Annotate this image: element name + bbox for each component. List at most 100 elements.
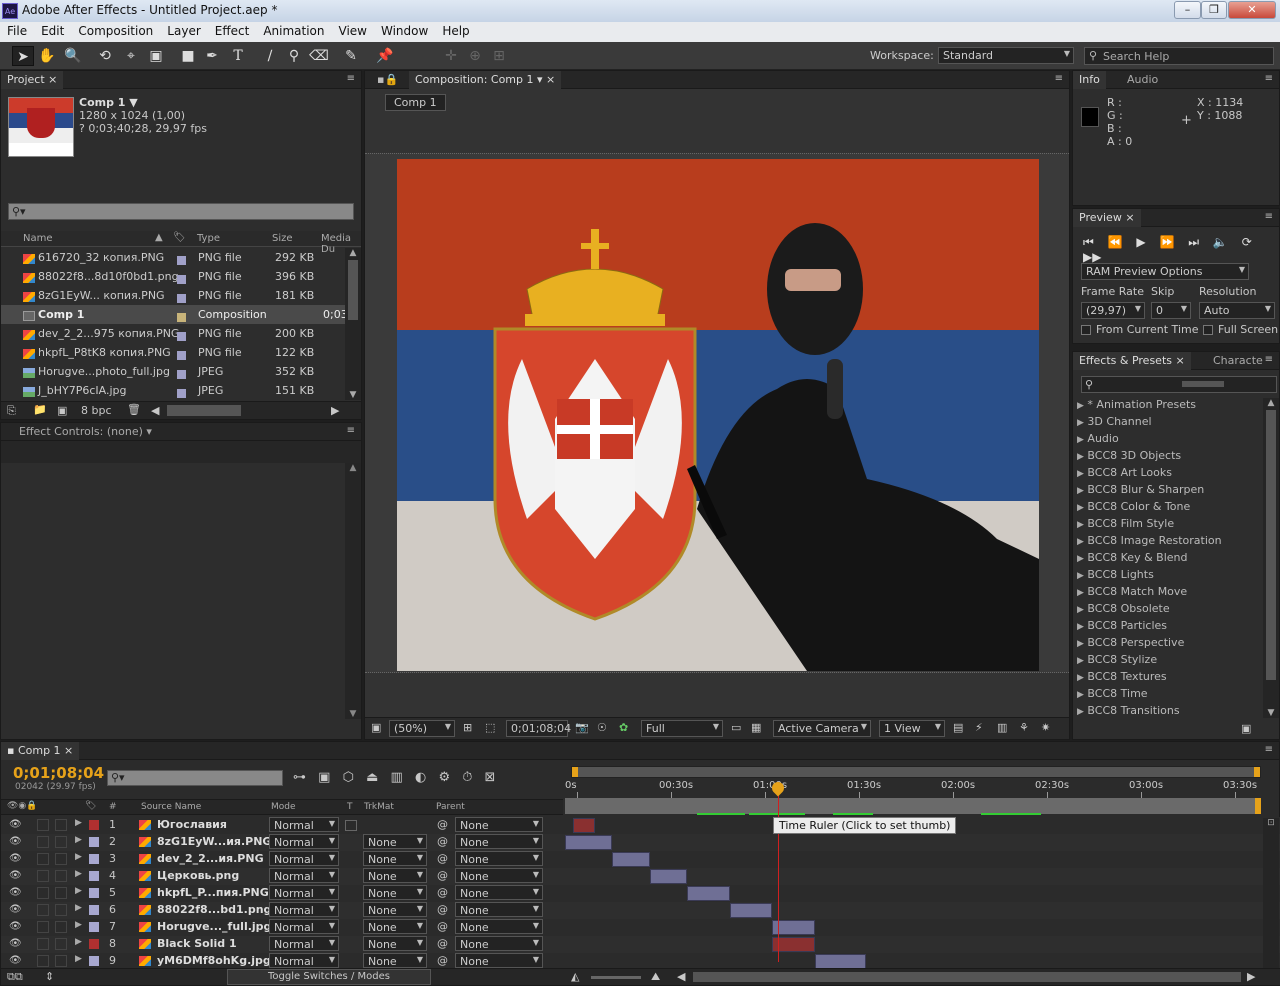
skip-dropdown[interactable]: 0 [1151, 302, 1191, 319]
expand-arrow-icon[interactable]: ▶ [1077, 690, 1084, 700]
visibility-eye-icon[interactable]: 👁 [9, 938, 22, 949]
effect-controls-scrollbar[interactable]: ▲ ▼ [345, 463, 361, 719]
horizontal-scroll-thumb[interactable] [167, 405, 241, 416]
effect-category[interactable]: ▶ BCC8 3D Objects [1077, 449, 1257, 466]
col-t[interactable]: T [347, 802, 353, 812]
expand-arrow-icon[interactable]: ▶ [1077, 571, 1084, 581]
parent-dropdown[interactable]: None [455, 885, 543, 900]
solo-switch[interactable] [37, 870, 49, 882]
layer-expand-arrow-icon[interactable]: ▶ [75, 835, 82, 845]
label-color[interactable] [177, 256, 186, 265]
parent-dropdown[interactable]: None [455, 817, 543, 832]
always-preview-icon[interactable]: ▣ [371, 721, 381, 734]
label-tag-icon[interactable]: 🏷 [173, 232, 186, 243]
region-of-interest-icon[interactable]: ▭ [731, 721, 741, 734]
maximize-button[interactable]: ❐ [1201, 1, 1227, 19]
pick-whip-icon[interactable]: @ [437, 937, 448, 950]
tab-composition[interactable]: Composition: Comp 1 ▾ × [409, 71, 562, 89]
parent-dropdown[interactable]: None [455, 834, 543, 849]
visibility-eye-icon[interactable]: 👁 [9, 887, 22, 898]
layer-duration-bar[interactable] [687, 886, 731, 901]
search-help-field[interactable]: ⚲ Search Help [1084, 47, 1274, 65]
project-item[interactable]: Horugve...photo_full.jpg JPEG 352 KB [1, 362, 345, 381]
trkmat-dropdown[interactable]: None [363, 885, 427, 900]
menu-view[interactable]: View [332, 22, 374, 38]
frame-blending-icon[interactable]: ▥ [391, 770, 403, 785]
visibility-eye-icon[interactable]: 👁 [9, 870, 22, 881]
effect-category[interactable]: ▶ BCC8 Lights [1077, 568, 1257, 585]
prev-frame-icon[interactable]: ⏪ [1108, 235, 1123, 249]
menu-help[interactable]: Help [435, 22, 476, 38]
blend-mode-dropdown[interactable]: Normal [269, 919, 339, 934]
new-folder-icon[interactable]: 📁 [33, 403, 47, 416]
expand-arrow-icon[interactable]: ▶ [1077, 588, 1084, 598]
live-update-icon[interactable]: ▣ [318, 770, 330, 785]
effect-category[interactable]: ▶ BCC8 Image Restoration [1077, 534, 1257, 551]
effect-category[interactable]: ▶ BCC8 Stylize [1077, 653, 1257, 670]
resolution-dropdown[interactable]: Full [641, 720, 723, 737]
tab-audio[interactable]: Audio [1121, 71, 1164, 89]
col-trkmat[interactable]: TrkMat [364, 802, 394, 812]
scroll-left-icon[interactable]: ◀ [151, 404, 159, 417]
lock-switch[interactable] [55, 887, 67, 899]
layer-duration-bar[interactable] [612, 852, 650, 867]
av-features-icon[interactable]: 👁◉🔒 [7, 801, 38, 811]
pan-behind-tool-icon[interactable]: ▣ [145, 46, 167, 66]
label-color[interactable] [177, 389, 186, 398]
menu-composition[interactable]: Composition [71, 22, 160, 38]
zoom-in-icon[interactable]: ⛰ [651, 970, 660, 984]
panel-menu-icon[interactable]: ≡ [1265, 73, 1273, 84]
expand-modes-icon[interactable]: ⇕ [45, 970, 54, 983]
lock-switch[interactable] [55, 921, 67, 933]
label-color[interactable] [177, 294, 186, 303]
last-frame-icon[interactable]: ⏭ [1188, 235, 1199, 249]
expand-arrow-icon[interactable]: ▶ [1077, 503, 1084, 513]
draft-3d-icon[interactable]: ⬡ [343, 770, 354, 785]
visibility-eye-icon[interactable]: 👁 [9, 836, 22, 847]
frame-rate-dropdown[interactable]: (29,97) [1081, 302, 1145, 319]
brainstorm-icon[interactable]: ⚙ [438, 770, 450, 785]
loop-icon[interactable]: ⟳ [1242, 235, 1252, 249]
pick-whip-icon[interactable]: @ [437, 869, 448, 882]
blend-mode-dropdown[interactable]: Normal [269, 834, 339, 849]
effect-category[interactable]: ▶ BCC8 Key & Blend [1077, 551, 1257, 568]
expand-arrow-icon[interactable]: ▶ [1077, 401, 1084, 411]
col-parent[interactable]: Parent [436, 802, 465, 812]
parent-dropdown[interactable]: None [455, 919, 543, 934]
trkmat-dropdown[interactable]: None [363, 851, 427, 866]
col-type[interactable]: Type [197, 233, 220, 244]
project-item[interactable]: Comp 1 Composition 0;03 [1, 305, 348, 324]
layer-source-name[interactable]: 8zG1EyW...ия.PNG [157, 835, 271, 848]
project-item[interactable]: 616720_32 копия.PNG PNG file 292 KB [1, 248, 345, 267]
layer-expand-arrow-icon[interactable]: ▶ [75, 818, 82, 828]
effect-category[interactable]: ▶ BCC8 Obsolete [1077, 602, 1257, 619]
layer-source-name[interactable]: yM6DMf8ohKg.jpg [157, 954, 271, 967]
timeline-layer-row[interactable]: 👁 ▶ 5 hkpfL_P...пия.PNG Normal None @ No… [1, 885, 1280, 902]
effect-category[interactable]: ▶ BCC8 Match Move [1077, 585, 1257, 602]
blend-mode-dropdown[interactable]: Normal [269, 885, 339, 900]
zoom-slider[interactable] [591, 976, 641, 979]
label-tag-icon[interactable]: 🏷 [85, 801, 96, 811]
timeline-layer-row[interactable]: 👁 ▶ 8 Black Solid 1 Normal None @ None [1, 936, 1280, 953]
layer-source-name[interactable]: Horugve..._full.jpg [157, 920, 271, 933]
timeline-layer-row[interactable]: 👁 ▶ 7 Horugve..._full.jpg Normal None @ … [1, 919, 1280, 936]
parent-dropdown[interactable]: None [455, 953, 543, 968]
blend-mode-dropdown[interactable]: Normal [269, 868, 339, 883]
effect-category[interactable]: ▶ 3D Channel [1077, 415, 1257, 432]
timeline-layer-row[interactable]: 👁 ▶ 4 Церковь.png Normal None @ None [1, 868, 1280, 885]
lock-icon[interactable]: ▪🔒 [377, 73, 398, 86]
current-time-display[interactable]: 0;01;08;04 [506, 720, 571, 737]
shy-layers-icon[interactable]: ⏏ [366, 770, 378, 785]
transparency-grid-icon[interactable]: ▦ [751, 721, 761, 734]
timeline-layer-row[interactable]: 👁 ▶ 2 8zG1EyW...ия.PNG Normal None @ Non… [1, 834, 1280, 851]
blend-mode-dropdown[interactable]: Normal [269, 953, 339, 968]
scroll-right-icon[interactable]: ▶ [1247, 970, 1255, 983]
menu-window[interactable]: Window [374, 22, 435, 38]
graph-editor-icon[interactable]: ⊠ [485, 770, 496, 785]
label-color[interactable] [177, 370, 186, 379]
trkmat-dropdown[interactable]: None [363, 834, 427, 849]
layer-duration-bar[interactable] [730, 903, 772, 918]
eraser-tool-icon[interactable]: ⌫ [308, 46, 330, 66]
comp-name[interactable]: Comp 1 ▼ [79, 96, 138, 109]
scroll-right-icon[interactable]: ▶ [331, 404, 339, 417]
